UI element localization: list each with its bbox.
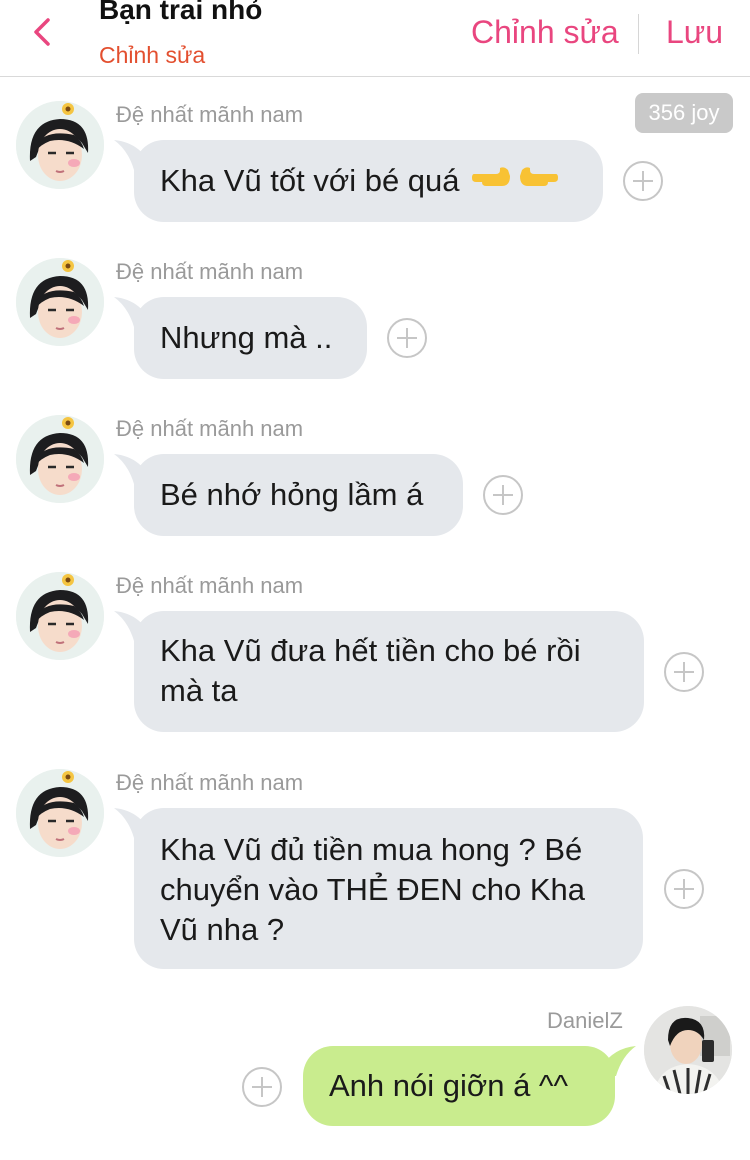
add-reaction-button[interactable] (483, 475, 523, 515)
message-bubble[interactable]: Bé nhớ hỏng lầm á (134, 454, 463, 536)
sender-name: Đệ nhất mãnh nam (116, 573, 304, 598)
chat-title: Bạn trai nhỏ (99, 0, 263, 25)
joy-badge: 356 joy (635, 93, 733, 133)
sender-name: Đệ nhất mãnh nam (116, 770, 304, 795)
pointing-hands-icon (470, 160, 560, 202)
message-bubble[interactable]: Kha Vũ đủ tiền mua hong ? Bé chuyển vào … (134, 808, 643, 969)
avatar[interactable] (16, 572, 104, 660)
add-reaction-button[interactable] (623, 161, 663, 201)
message-text: Anh nói giỡn á ^^ (329, 1068, 569, 1103)
avatar[interactable] (16, 769, 104, 857)
avatar[interactable] (644, 1006, 732, 1094)
add-reaction-button[interactable] (387, 318, 427, 358)
message-text-line: Kha Vũ đưa hết tiền cho bé rồi (160, 633, 581, 668)
back-chevron-icon[interactable] (24, 12, 64, 52)
add-reaction-button[interactable] (664, 869, 704, 909)
message-bubble[interactable]: Kha Vũ tốt với bé quá (134, 140, 603, 222)
header-divider (638, 14, 639, 54)
avatar[interactable] (16, 415, 104, 503)
message-text-line: mà ta (160, 673, 238, 708)
chat-header: Bạn trai nhỏ Chỉnh sửa Chỉnh sửa Lưu (0, 0, 750, 77)
message-bubble[interactable]: Anh nói giỡn á ^^ (303, 1046, 615, 1126)
edit-button[interactable]: Chỉnh sửa (471, 14, 619, 51)
message-text: Bé nhớ hỏng lầm á (160, 477, 424, 512)
message-bubble[interactable]: Nhưng mà .. (134, 297, 367, 379)
sender-name: Đệ nhất mãnh nam (116, 259, 304, 284)
message-text-line: chuyển vào THẺ ĐEN cho Kha (160, 872, 586, 907)
message-text: Nhưng mà .. (160, 320, 333, 355)
sender-name: DanielZ (547, 1008, 623, 1033)
avatar[interactable] (16, 258, 104, 346)
chat-subtitle: Chỉnh sửa (99, 42, 206, 68)
avatar[interactable] (16, 101, 104, 189)
sender-name: Đệ nhất mãnh nam (116, 416, 304, 441)
save-button[interactable]: Lưu (666, 14, 723, 51)
message-bubble[interactable]: Kha Vũ đưa hết tiền cho bé rồi mà ta (134, 611, 644, 732)
message-text: Kha Vũ tốt với bé quá (160, 163, 460, 198)
message-text-line: Vũ nha ? (160, 912, 285, 947)
add-reaction-button[interactable] (664, 652, 704, 692)
message-text-line: Kha Vũ đủ tiền mua hong ? Bé (160, 832, 583, 867)
sender-name: Đệ nhất mãnh nam (116, 102, 304, 127)
add-reaction-button[interactable] (242, 1067, 282, 1107)
